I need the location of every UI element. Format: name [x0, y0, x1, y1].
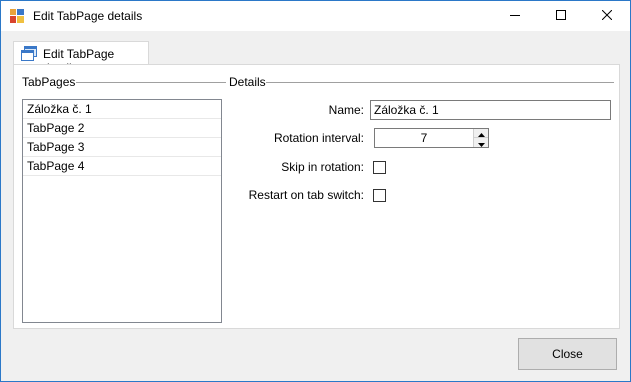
restart-on-tab-switch-label: Restart on tab switch: — [248, 188, 364, 202]
window-tab-icon — [21, 46, 37, 61]
minimize-icon — [510, 9, 520, 23]
rotation-interval-value: 7 — [420, 131, 428, 145]
close-window-button[interactable] — [584, 1, 630, 31]
name-field[interactable] — [370, 100, 611, 120]
maximize-button[interactable] — [538, 1, 584, 31]
stepper-down-button[interactable] — [474, 138, 488, 147]
details-group-line — [266, 82, 614, 83]
skip-in-rotation-checkbox[interactable] — [373, 161, 386, 174]
minimize-button[interactable] — [492, 1, 538, 31]
app-window-icon — [10, 9, 24, 23]
stepper-buttons — [473, 129, 488, 147]
tab-panel: TabPages Záložka č. 1 TabPage 2 TabPage … — [13, 64, 620, 329]
close-icon — [601, 9, 613, 23]
dialog-window: Edit TabPage details Edit TabPage TabPag… — [0, 0, 631, 382]
tab-edit-tabpage-details[interactable]: Edit TabPage details — [13, 41, 149, 75]
maximize-icon — [556, 9, 566, 23]
restart-on-tab-switch-checkbox[interactable] — [373, 189, 386, 202]
rotation-interval-label: Rotation interval: — [273, 131, 364, 145]
details-group-caption: Details — [229, 75, 269, 89]
rotation-interval-stepper[interactable]: 7 — [374, 128, 489, 148]
name-label: Name: — [328, 103, 364, 117]
triangle-down-icon — [477, 136, 485, 150]
close-button[interactable]: Close — [518, 338, 617, 370]
title-bar[interactable]: Edit TabPage details — [1, 1, 630, 31]
skip-in-rotation-label: Skip in rotation: — [281, 160, 364, 174]
window-title: Edit TabPage details — [33, 9, 143, 23]
tabpages-group-caption: TabPages — [22, 75, 79, 89]
tabpages-group-line — [76, 82, 226, 83]
